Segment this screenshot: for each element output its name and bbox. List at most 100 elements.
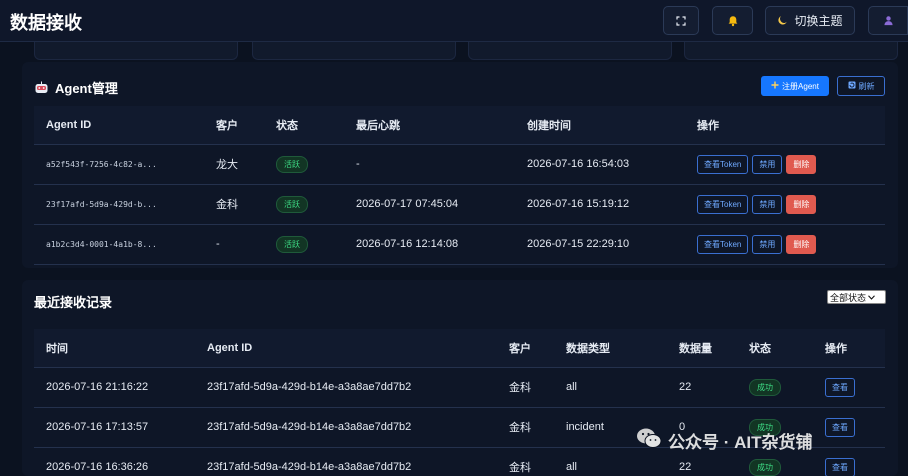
agent-id-cell: 23f17afd-5d9a-429d-b... xyxy=(34,184,204,225)
chevron-down-icon xyxy=(868,292,875,302)
status-cell: 活跃 xyxy=(264,144,344,185)
table-row: 2026-07-16 21:16:22 23f17afd-5d9a-429d-b… xyxy=(34,367,885,408)
summary-card xyxy=(34,42,238,60)
agent-id-cell: a1b2c3d4-0001-4a1b-8... xyxy=(34,224,204,265)
column-header: 数据类型 xyxy=(554,329,667,368)
status-filter-select[interactable]: 全部状态 xyxy=(827,290,886,304)
created-cell: 2026-07-16 16:54:03 xyxy=(515,144,685,185)
column-header: Agent ID xyxy=(195,329,497,368)
view-button[interactable]: 查看 xyxy=(825,417,855,437)
actions-cell: 查看Token 禁用 删除 xyxy=(685,184,885,225)
data-type-cell: all xyxy=(554,367,667,408)
view-token-button[interactable]: 查看Token xyxy=(697,234,749,254)
summary-card xyxy=(684,42,898,60)
column-header: 创建时间 xyxy=(515,106,685,145)
register-agent-label: 注册Agent xyxy=(782,81,819,91)
agent-id-cell: 23f17afd-5d9a-429d-b14e-a3a8ae7dd7b2 xyxy=(195,447,497,476)
time-cell: 2026-07-16 21:16:22 xyxy=(34,367,195,408)
agent-table: Agent ID 客户 状态 最后心跳 创建时间 操作 a52f543f-725… xyxy=(34,106,885,265)
top-header: 数据接收 切换主题 xyxy=(0,0,908,42)
page-title: 数据接收 xyxy=(10,13,82,33)
theme-toggle-label: 切换主题 xyxy=(794,14,843,28)
register-agent-button[interactable]: 注册Agent xyxy=(761,76,829,96)
heartbeat-cell: - xyxy=(344,144,515,185)
column-header: 时间 xyxy=(34,329,195,368)
watermark-text: 公众号 · AIT杂货铺 xyxy=(668,432,813,452)
fullscreen-button[interactable] xyxy=(663,6,699,35)
agent-table-header: Agent ID 客户 状态 最后心跳 创建时间 操作 xyxy=(34,106,885,145)
disable-button[interactable]: 禁用 xyxy=(752,234,783,254)
records-section-title: 最近接收记录 xyxy=(34,295,113,310)
time-cell: 2026-07-16 16:36:26 xyxy=(34,447,195,476)
theme-toggle-button[interactable]: 切换主题 xyxy=(765,6,855,35)
column-header: 状态 xyxy=(264,106,344,145)
column-header: 客户 xyxy=(204,106,264,145)
column-header: 操作 xyxy=(813,329,885,368)
customer-cell: - xyxy=(204,224,264,265)
heartbeat-cell: 2026-07-17 07:45:04 xyxy=(344,184,515,225)
created-cell: 2026-07-15 22:29:10 xyxy=(515,224,685,265)
customer-cell: 金科 xyxy=(497,407,554,448)
column-header: 数据量 xyxy=(667,329,737,368)
column-header: 状态 xyxy=(737,329,813,368)
agent-id-cell: 23f17afd-5d9a-429d-b14e-a3a8ae7dd7b2 xyxy=(195,367,497,408)
view-token-button[interactable]: 查看Token xyxy=(697,194,749,214)
actions-cell: 查看 xyxy=(813,407,885,448)
status-badge: 成功 xyxy=(749,378,781,396)
disable-button[interactable]: 禁用 xyxy=(752,194,783,214)
heartbeat-cell: 2026-07-16 12:14:08 xyxy=(344,224,515,265)
agent-id-cell: 23f17afd-5d9a-429d-b14e-a3a8ae7dd7b2 xyxy=(195,407,497,448)
records-table-header: 时间 Agent ID 客户 数据类型 数据量 状态 操作 xyxy=(34,329,885,368)
table-row: a1b2c3d4-0001-4a1b-8... - 活跃 2026-07-16 … xyxy=(34,224,885,265)
user-menu-button[interactable] xyxy=(868,6,908,35)
status-cell: 成功 xyxy=(737,367,813,408)
agent-section-title-text: Agent管理 xyxy=(55,81,118,96)
actions-cell: 查看Token 禁用 删除 xyxy=(685,224,885,265)
actions-cell: 查看 xyxy=(813,447,885,476)
view-token-button[interactable]: 查看Token xyxy=(697,154,749,174)
disable-button[interactable]: 禁用 xyxy=(752,154,783,174)
created-cell: 2026-07-16 15:19:12 xyxy=(515,184,685,225)
column-header: Agent ID xyxy=(34,106,204,145)
refresh-button[interactable]: 刷新 xyxy=(837,76,885,96)
delete-button[interactable]: 删除 xyxy=(786,194,817,214)
notifications-button[interactable] xyxy=(712,6,753,35)
plus-icon xyxy=(771,81,779,91)
robot-icon xyxy=(34,81,49,95)
watermark: 公众号 · AIT杂货铺 xyxy=(636,425,813,455)
customer-cell: 金科 xyxy=(497,367,554,408)
summary-card xyxy=(252,42,456,60)
delete-button[interactable]: 删除 xyxy=(786,154,817,174)
customer-cell: 金科 xyxy=(204,184,264,225)
bell-icon xyxy=(727,15,739,27)
column-header: 最后心跳 xyxy=(344,106,515,145)
view-button[interactable]: 查看 xyxy=(825,457,855,476)
status-badge: 活跃 xyxy=(276,155,308,173)
customer-cell: 龙大 xyxy=(204,144,264,185)
actions-cell: 查看 xyxy=(813,367,885,408)
user-icon xyxy=(883,15,894,26)
status-badge: 活跃 xyxy=(276,235,308,253)
view-button[interactable]: 查看 xyxy=(825,377,855,397)
column-header: 客户 xyxy=(497,329,554,368)
summary-card xyxy=(468,42,672,60)
delete-button[interactable]: 删除 xyxy=(786,234,817,254)
refresh-label: 刷新 xyxy=(858,81,875,91)
refresh-icon xyxy=(848,81,856,91)
status-cell: 活跃 xyxy=(264,184,344,225)
table-row: a52f543f-7256-4c82-a... 龙大 活跃 - 2026-07-… xyxy=(34,144,885,185)
wechat-icon xyxy=(636,427,662,454)
agent-id-cell: a52f543f-7256-4c82-a... xyxy=(34,144,204,185)
status-filter-value: 全部状态 xyxy=(830,292,867,303)
moon-icon xyxy=(777,15,788,26)
actions-cell: 查看Token 禁用 删除 xyxy=(685,144,885,185)
status-cell: 活跃 xyxy=(264,224,344,265)
time-cell: 2026-07-16 17:13:57 xyxy=(34,407,195,448)
status-badge: 活跃 xyxy=(276,195,308,213)
customer-cell: 金科 xyxy=(497,447,554,476)
count-cell: 22 xyxy=(667,367,737,408)
table-row: 23f17afd-5d9a-429d-b... 金科 活跃 2026-07-17… xyxy=(34,184,885,225)
fullscreen-icon xyxy=(676,15,686,26)
column-header: 操作 xyxy=(685,106,885,145)
status-badge: 成功 xyxy=(749,458,781,476)
